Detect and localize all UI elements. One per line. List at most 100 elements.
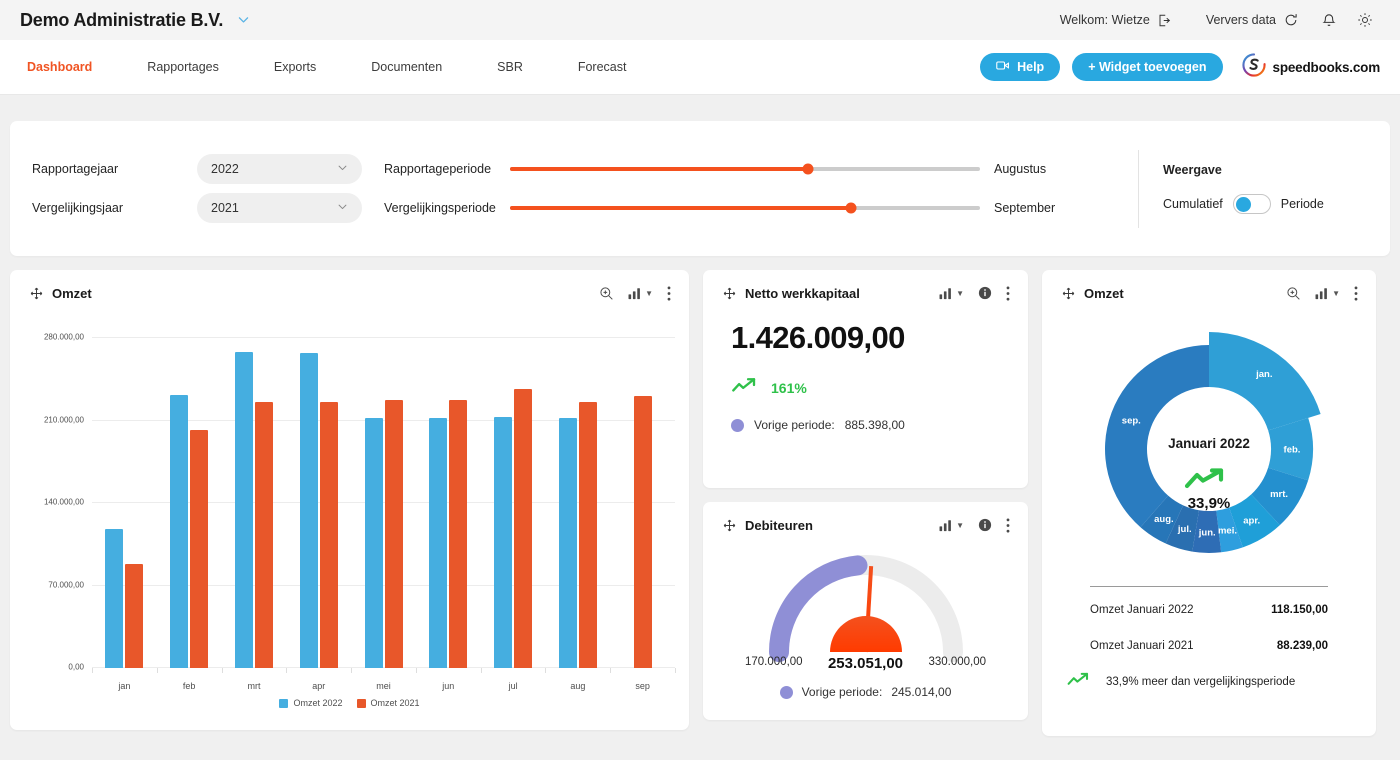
bar[interactable] [634,396,652,668]
bar[interactable] [170,395,188,668]
bar[interactable] [235,352,253,668]
filter-labels: Rapportagejaar Vergelijkingsjaar [22,150,197,228]
bar-group[interactable]: jan [92,338,157,668]
zoom-in-icon[interactable] [599,286,614,301]
report-period-slider[interactable] [510,167,980,171]
move-handle-icon[interactable] [723,519,736,532]
chevron-down-icon: ▼ [1332,289,1340,298]
chevron-down-icon: ▼ [956,521,964,530]
widget-title: Omzet [1084,286,1124,301]
bar[interactable] [449,400,467,668]
bar-chart-legend: Omzet 2022 Omzet 2021 [10,698,689,708]
bar-group[interactable]: aug [545,338,610,668]
bar-group[interactable]: jun [416,338,481,668]
welcome-label: Welkom: Wietze [1060,13,1150,27]
gauge-previous: Vorige periode: 245.014,00 [703,685,1028,699]
chart-type-icon[interactable]: ▼ [939,287,964,300]
nav-item-dashboard[interactable]: Dashboard [27,60,92,74]
widget-menu-icon[interactable] [1006,518,1010,533]
bar-group[interactable]: sep [610,338,675,668]
main-nav: Dashboard Rapportages Exports Documenten… [0,40,1400,95]
donut-segment-label: mrt. [1270,489,1288,500]
chevron-down-icon: ▼ [645,289,653,298]
chart-type-icon[interactable]: ▼ [628,287,653,300]
widget-menu-icon[interactable] [1006,286,1010,301]
bar[interactable] [190,430,208,668]
report-year-select[interactable]: 2022 [197,154,362,184]
gauge-body: 170.000,00 330.000,00 253.051,00 Vorige … [703,548,1028,713]
notifications-bell-icon[interactable] [1314,6,1344,34]
donut-segment[interactable] [1209,332,1321,430]
widget-title: Netto werkkapitaal [745,286,860,301]
report-period-label: Rapportageperiode [384,162,496,176]
bar[interactable] [125,564,143,668]
bar-group[interactable]: feb [157,338,222,668]
logout-icon[interactable] [1150,6,1180,34]
bar[interactable] [105,529,123,668]
move-handle-icon[interactable] [723,287,736,300]
donut-segment-label: mei. [1218,525,1237,536]
slider-handle[interactable] [803,164,814,175]
refresh-label: Ververs data [1206,13,1276,27]
gauge-chart [703,550,1028,662]
nav-item-rapportages[interactable]: Rapportages [147,60,219,74]
bar[interactable] [320,402,338,668]
bar[interactable] [365,418,383,668]
theme-brightness-icon[interactable] [1350,6,1380,34]
widget-grid: Omzet ▼ [0,256,1400,736]
bar[interactable] [255,402,273,668]
chart-type-icon[interactable]: ▼ [939,519,964,532]
column-right: Omzet ▼ [1042,270,1376,736]
compare-period-slider[interactable] [510,206,980,210]
bar[interactable] [300,353,318,668]
bar-group[interactable]: mrt [222,338,287,668]
move-handle-icon[interactable] [1062,287,1075,300]
move-handle-icon[interactable] [30,287,43,300]
nav-items: Dashboard Rapportages Exports Documenten… [20,60,681,74]
bar[interactable] [559,418,577,668]
nav-item-documenten[interactable]: Documenten [371,60,442,74]
refresh-icon[interactable] [1276,6,1306,34]
nav-item-exports[interactable]: Exports [274,60,316,74]
chevron-down-icon[interactable] [237,13,250,28]
widget-omzet-bar: Omzet ▼ [10,270,689,730]
bar-groups: janfebmrtaprmeijunjulaugsep [92,338,675,668]
widget-netto-werkkapitaal: Netto werkkapitaal ▼ [703,270,1028,488]
donut-segment-label: aug. [1154,514,1174,525]
y-axis-tick-label: 280.000,00 [44,333,84,342]
axis-tick [481,668,482,673]
widget-menu-icon[interactable] [1354,286,1358,301]
bar[interactable] [429,418,447,668]
add-widget-button[interactable]: + Widget toevoegen [1072,53,1222,81]
info-icon[interactable] [978,518,992,532]
help-button[interactable]: Help [980,53,1060,81]
chart-type-icon[interactable]: ▼ [1315,287,1340,300]
zoom-in-icon[interactable] [1286,286,1301,301]
gauge-hub [830,616,902,652]
axis-tick [416,668,417,673]
bar[interactable] [514,389,532,668]
view-mode-toggle[interactable] [1233,194,1271,214]
axis-tick [610,668,611,673]
bar-group[interactable]: apr [286,338,351,668]
bar[interactable] [579,402,597,668]
toggle-left-label: Cumulatief [1163,197,1223,211]
divider [1090,586,1328,587]
widget-menu-icon[interactable] [667,286,671,301]
gauge-max-label: 330.000,00 [928,656,986,668]
nav-item-forecast[interactable]: Forecast [578,60,627,74]
widget-header: Omzet ▼ [10,270,689,316]
info-icon[interactable] [978,286,992,300]
bar-group[interactable]: jul [481,338,546,668]
bar[interactable] [494,417,512,668]
bar-group[interactable]: mei [351,338,416,668]
x-axis-tick-label: jan [118,681,130,691]
kpi-delta-value: 161% [771,380,807,396]
bar[interactable] [385,400,403,668]
compare-year-select[interactable]: 2021 [197,193,362,223]
add-widget-label: + Widget toevoegen [1088,60,1206,74]
legend-label: Omzet 2022 [293,698,342,708]
speedbooks-logo-icon [1241,52,1267,83]
slider-handle[interactable] [845,203,856,214]
nav-item-sbr[interactable]: SBR [497,60,523,74]
